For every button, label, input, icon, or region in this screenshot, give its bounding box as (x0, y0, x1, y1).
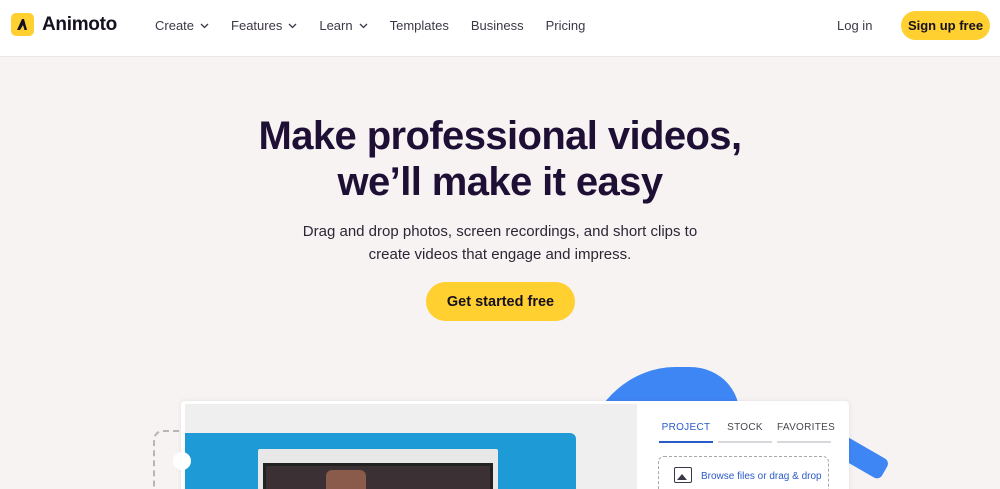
nav-item-create[interactable]: Create (155, 18, 209, 33)
dropzone-text: Browse files or drag & drop (701, 471, 822, 482)
hero-headline: Make professional videos, we’ll make it … (0, 113, 1000, 205)
upload-dropzone[interactable]: Browse files or drag & drop (658, 456, 829, 489)
image-icon (674, 467, 692, 483)
login-link[interactable]: Log in (837, 18, 872, 33)
get-started-button[interactable]: Get started free (426, 282, 575, 321)
nav-label: Pricing (545, 18, 586, 33)
headline-line-1: Make professional videos, (258, 114, 743, 158)
nav-label: Templates (389, 18, 449, 33)
nav-label: Create (155, 18, 195, 33)
chevron-down-icon (288, 23, 297, 29)
media-thumbnail[interactable] (258, 449, 498, 489)
subtext-line-1: Drag and drop photos, screen recordings,… (302, 223, 698, 240)
chevron-down-icon (359, 23, 368, 29)
logo[interactable]: Animoto (11, 13, 117, 36)
nav-item-pricing[interactable]: Pricing (546, 18, 586, 33)
nav-item-business[interactable]: Business (471, 18, 524, 33)
nav-label: Features (231, 18, 283, 33)
nav-label: Business (470, 18, 524, 33)
subtext-line-2: create videos that engage and impress. (368, 246, 632, 263)
nav-item-templates[interactable]: Templates (390, 18, 449, 33)
signup-button[interactable]: Sign up free (901, 11, 990, 40)
media-tabs: PROJECT STOCK FAVORITES (659, 422, 836, 443)
tab-project[interactable]: PROJECT (659, 422, 713, 443)
nav-item-learn[interactable]: Learn (319, 18, 368, 33)
animoto-logo-icon (11, 13, 34, 36)
headline-line-2: we’ll make it easy (337, 160, 664, 204)
hero-subtext: Drag and drop photos, screen recordings,… (0, 220, 1000, 266)
main-nav: Create Features Learn Templates Business… (155, 18, 607, 33)
site-header: Animoto Create Features Learn Templates … (0, 0, 1000, 57)
chevron-down-icon (200, 23, 209, 29)
photo-image (263, 463, 493, 489)
slider-handle[interactable] (173, 452, 191, 470)
tab-favorites[interactable]: FAVORITES (777, 422, 835, 443)
nav-label: Learn (319, 18, 353, 33)
tab-stock[interactable]: STOCK (718, 422, 772, 443)
nav-item-features[interactable]: Features (231, 18, 297, 33)
brand-name: Animoto (42, 13, 117, 35)
